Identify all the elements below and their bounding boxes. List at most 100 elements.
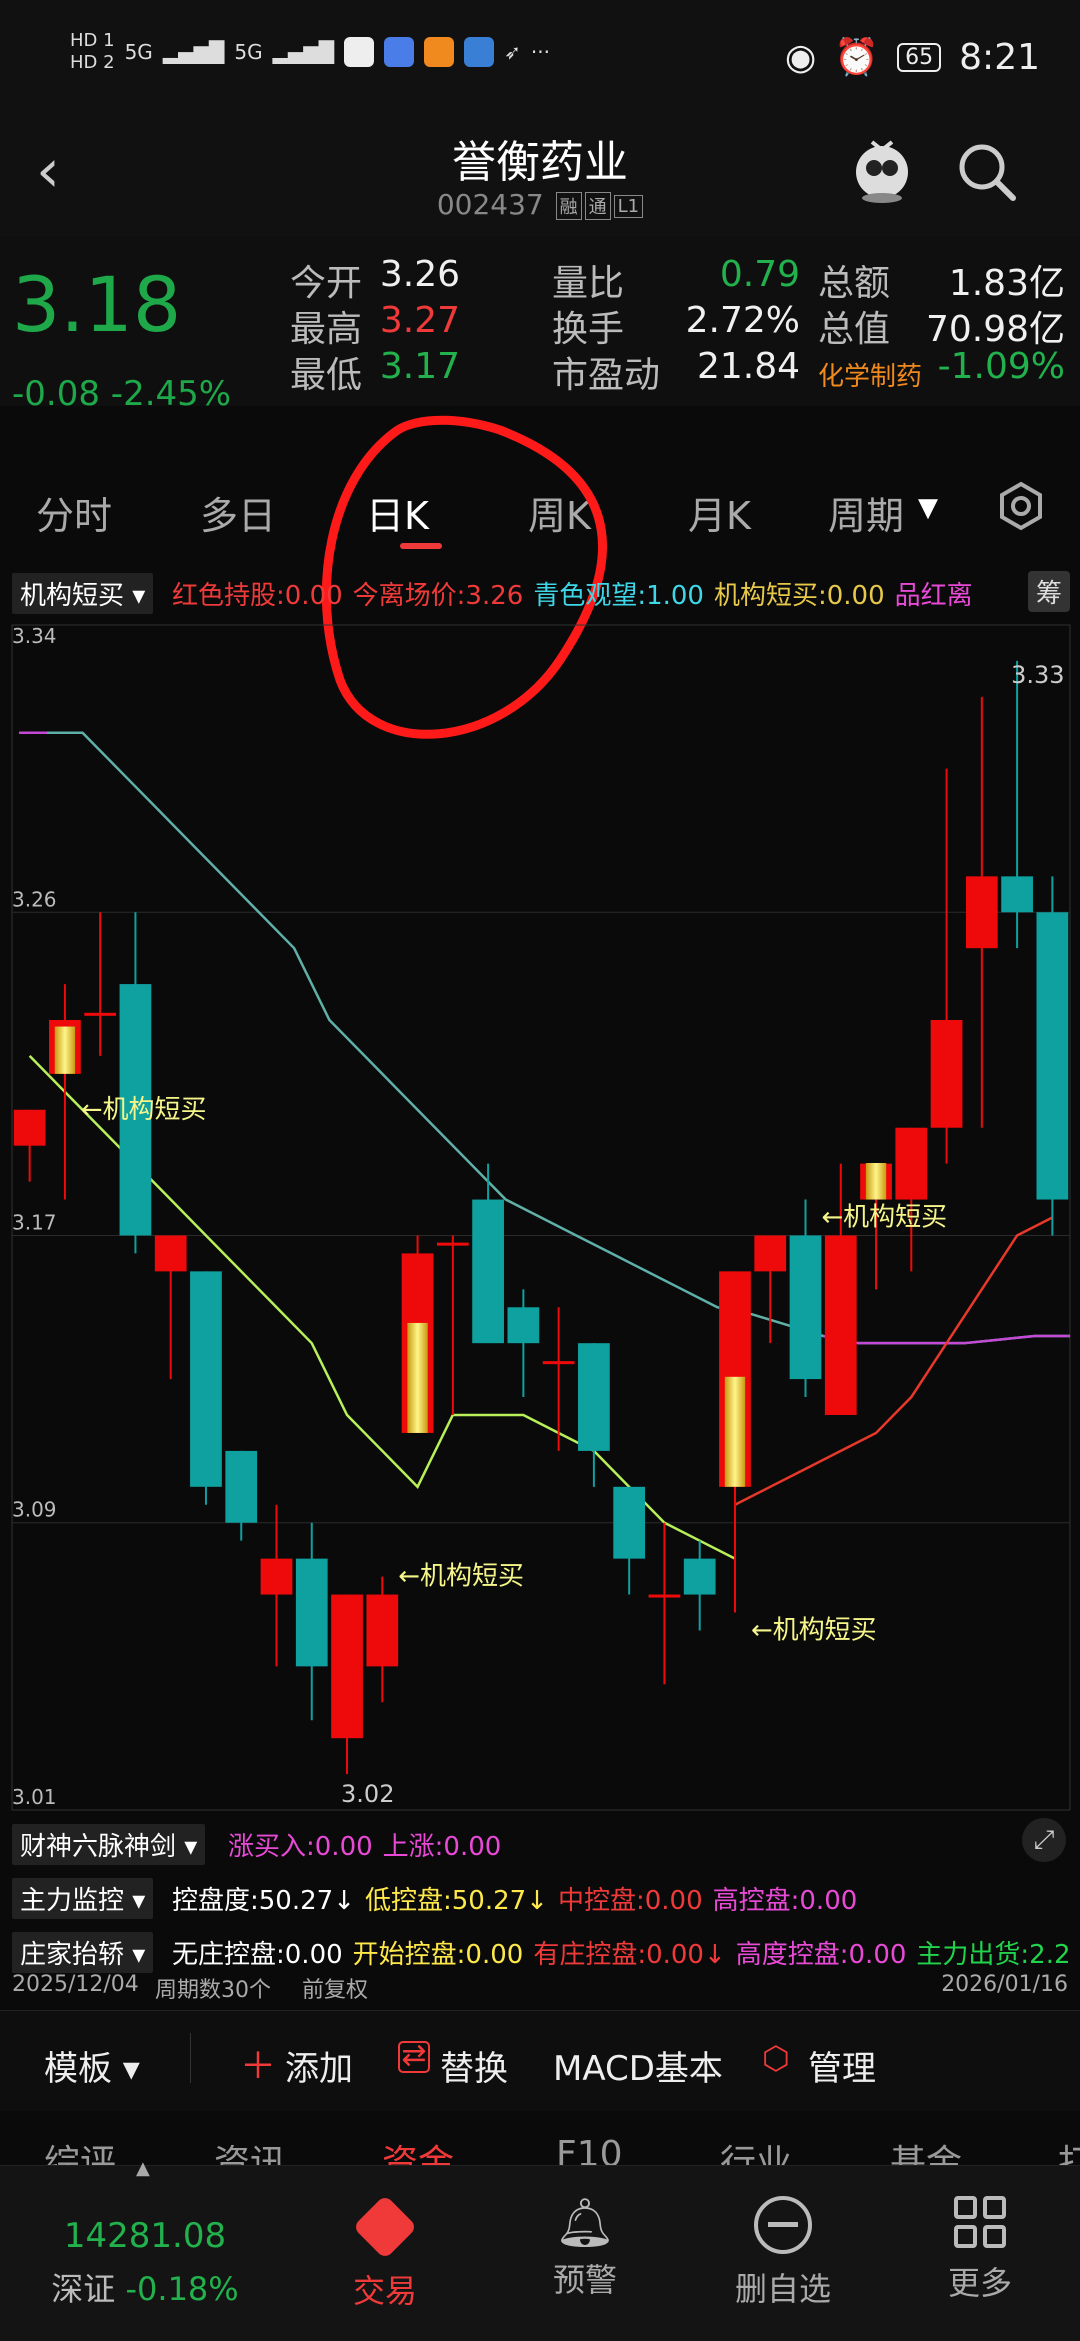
- signal-5g-1: 5G: [124, 40, 153, 64]
- indicator-row-selector[interactable]: 主力监控 ▾: [12, 1878, 154, 1919]
- price-change: -0.08 -2.45%: [12, 374, 231, 414]
- macd-button[interactable]: MACD基本: [553, 2041, 723, 2090]
- signal-bars-icon-2: ▂▄▆█: [272, 40, 335, 64]
- candlestick-chart[interactable]: 3.34 3.26 3.17 3.09 3.01 ←机构短买 ←机构短买 ←机构短买 ←机构短买…: [0, 615, 1080, 1815]
- app-play-icon: [424, 37, 455, 67]
- chart-toolbar: 模板 ▾ ＋ 添加 ⇄ 替换 MACD基本 ⬡ 管理: [0, 2010, 1080, 2111]
- indicator-value-1: 今离场价:3.26: [352, 581, 524, 611]
- nav-more[interactable]: 更多: [880, 2166, 1080, 2304]
- stock-header: ‹ 誉衡药业 002437 融通 L1: [0, 118, 1080, 236]
- index-summary[interactable]: 深证 -0.18%: [0, 2264, 290, 2310]
- quote-value: 3.17: [379, 346, 460, 387]
- quote-value: -1.09%: [937, 346, 1065, 387]
- y-tick-label: 3.34: [12, 624, 57, 648]
- indicator-row-selector-label: 财神六脉神剑: [20, 1832, 177, 1862]
- eye-icon: ◉: [784, 36, 817, 78]
- expand-chart-icon[interactable]: ⤢: [1022, 1818, 1066, 1862]
- candle-body: [895, 1127, 928, 1200]
- quote-value: 2.72%: [685, 300, 800, 341]
- index-name: 深证: [51, 2270, 116, 2308]
- date-end: 2026/01/16: [941, 1972, 1068, 1997]
- tab-0[interactable]: 分时: [36, 485, 112, 540]
- quote-label: 总值: [818, 309, 891, 350]
- indicator-row-values: 涨买入:0.00 上涨:0.00: [228, 1826, 511, 1863]
- template-button[interactable]: 模板 ▾: [44, 2041, 140, 2090]
- candle-body: [1036, 912, 1069, 1200]
- stock-code: 002437: [436, 188, 544, 221]
- alarm-icon: ⏰: [834, 37, 880, 78]
- app-send-icon: ➶: [504, 40, 521, 64]
- settings-hexagon-icon[interactable]: [994, 479, 1048, 537]
- quote-label: 化学制药: [818, 362, 923, 392]
- bell-icon: 🔔︎: [554, 2195, 616, 2251]
- tab-5[interactable]: 周期: [828, 485, 904, 540]
- ma-teal-line: [47, 731, 1070, 1345]
- sub-tabs: 综评 资讯 资金 F10 行业 基金打: [0, 2110, 1080, 2170]
- price-change-value: -0.08: [12, 374, 100, 414]
- candle-body: [84, 1012, 117, 1016]
- candle-body: [789, 1235, 822, 1380]
- battery-icon: 65: [897, 42, 942, 72]
- trade-icon: [352, 2194, 418, 2260]
- manage-icon: ⬡: [762, 2039, 790, 2077]
- dropdown-caret-icon[interactable]: ▼: [918, 493, 938, 523]
- nav-alert[interactable]: 🔔︎ 预警: [485, 2166, 685, 2301]
- tab-4[interactable]: 月K: [688, 485, 751, 540]
- quote-value: 70.98亿: [925, 309, 1065, 350]
- indicator-selector[interactable]: 机构短买 ▾: [12, 573, 154, 614]
- add-button[interactable]: 添加: [285, 2041, 353, 2090]
- add-icon: ＋: [240, 2046, 277, 2087]
- nav-trade[interactable]: 交易: [285, 2166, 485, 2312]
- quote-value: 1.83亿: [948, 263, 1065, 304]
- indicator-row-value: 控盘度:50.27↓: [172, 1886, 355, 1916]
- candle-body: [930, 1020, 963, 1128]
- indicator-row-selector[interactable]: 财神六脉神剑 ▾: [12, 1824, 206, 1865]
- indicator-row-selector[interactable]: 庄家抬轿 ▾: [12, 1932, 154, 1973]
- signal-annotation: ←机构短买: [821, 1203, 947, 1233]
- period-count: 周期数30个: [155, 1978, 271, 2003]
- indicator-row-selector-label: 主力监控: [20, 1886, 125, 1916]
- bottom-nav: ▲ 14281.08 深证 -0.18% 交易 🔔︎ 预警 删自选 更多: [0, 2158, 1080, 2341]
- candle-body: [542, 1361, 575, 1365]
- candle-body: [507, 1307, 540, 1344]
- mascot-icon[interactable]: [850, 134, 914, 208]
- expand-up-icon[interactable]: ▲: [136, 2158, 150, 2179]
- quote-label: 换手: [552, 309, 625, 350]
- manage-button[interactable]: 管理: [808, 2041, 876, 2090]
- date-row: 2025/12/04 周期数30个 前复权 2026/01/16: [0, 1972, 1080, 2008]
- quote-value: 0.79: [719, 254, 800, 295]
- signal-annotation: ←机构短买: [398, 1562, 524, 1592]
- quote-label: 市盈动: [552, 355, 661, 396]
- indicator-row-0: 财神六脉神剑 ▾ 涨买入:0.00 上涨:0.00 ⤢: [0, 1818, 1080, 1868]
- quote-value: 21.84: [696, 346, 800, 387]
- indicator-row-value: 有庄控盘:0.00↓: [533, 1940, 726, 1970]
- indicator-selector-label: 机构短买: [20, 581, 125, 611]
- app-music-icon: [384, 37, 415, 67]
- signal-marker: [407, 1322, 428, 1433]
- search-icon[interactable]: [955, 140, 1019, 208]
- indicator-row-2: 庄家抬轿 ▾ 无庄控盘:0.00 开始控盘:0.00 有庄控盘:0.00↓ 高度控盘:0…: [0, 1926, 1080, 1976]
- hd-indicators: HD 1 HD 2: [70, 30, 115, 74]
- tab-1[interactable]: 多日: [200, 485, 276, 540]
- current-price: 3.18: [12, 260, 182, 349]
- signal-bars-icon: ▂▄▆█: [162, 40, 225, 64]
- signal-annotation: ←机构短买: [81, 1095, 207, 1125]
- replace-button[interactable]: 替换: [440, 2041, 508, 2090]
- index-value[interactable]: 14281.08: [0, 2216, 290, 2256]
- minus-circle-icon: [754, 2196, 812, 2254]
- indicator-row-value: 低控盘:50.27↓: [364, 1886, 548, 1916]
- stock-title: 誉衡药业: [452, 137, 628, 188]
- chip-button[interactable]: 筹: [1027, 571, 1070, 612]
- signal-marker: [54, 1026, 76, 1074]
- stock-code-row: 002437 融通 L1: [0, 188, 1080, 221]
- candle-body: [1001, 876, 1033, 913]
- indicator-value-2: 青色观望:1.00: [533, 581, 704, 611]
- indicator-row-value: 高控盘:0.00: [712, 1886, 858, 1916]
- signal-marker: [724, 1376, 746, 1487]
- high-label: 3.33: [1011, 661, 1064, 689]
- candle-body: [578, 1343, 610, 1451]
- date-start: 2025/12/04: [12, 1972, 139, 1997]
- hd1-label: HD 1: [70, 30, 115, 51]
- candle-body: [225, 1450, 258, 1523]
- nav-remove-watch[interactable]: 删自选: [683, 2166, 883, 2310]
